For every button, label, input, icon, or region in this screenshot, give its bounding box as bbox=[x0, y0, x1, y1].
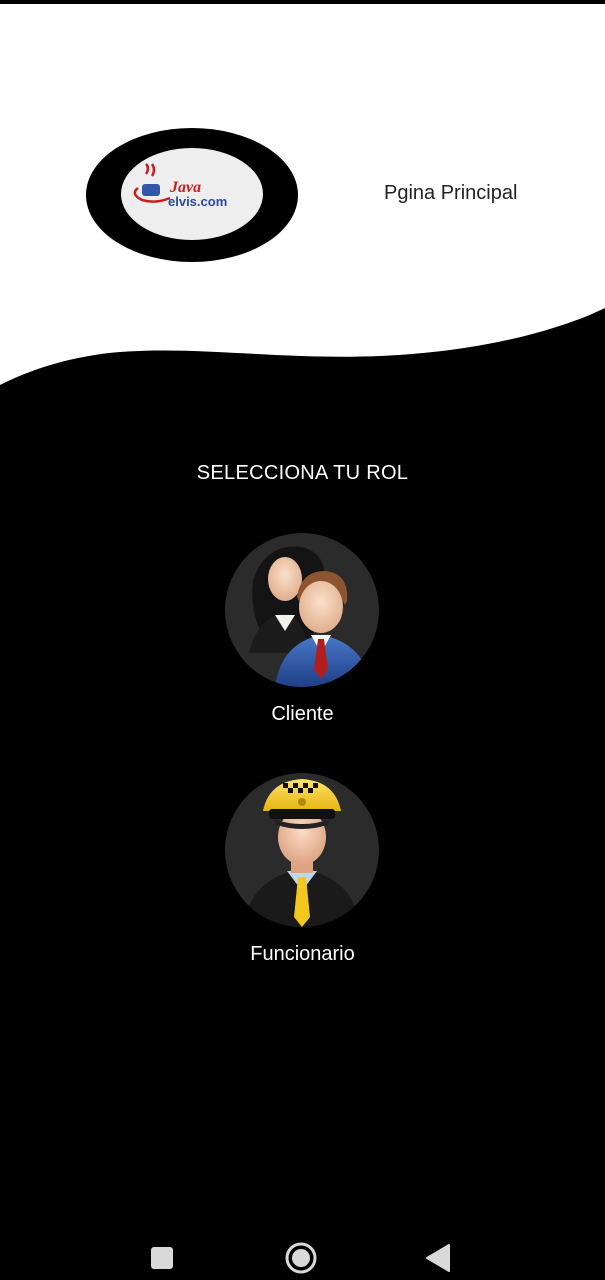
home-button[interactable] bbox=[281, 1230, 321, 1280]
home-icon bbox=[285, 1242, 317, 1274]
select-role-title: SELECCIONA TU ROL bbox=[196, 462, 409, 484]
role-funcionario-button[interactable] bbox=[225, 773, 379, 927]
app-logo: Java elvis.com bbox=[84, 126, 300, 264]
role-cliente-label: Cliente bbox=[271, 703, 334, 725]
taxi-driver-icon bbox=[243, 779, 361, 927]
back-button[interactable] bbox=[419, 1230, 459, 1280]
system-navbar bbox=[0, 1230, 605, 1280]
page-title: Pgina Principal bbox=[384, 182, 518, 204]
recents-icon bbox=[151, 1247, 173, 1269]
svg-text:elvis.com: elvis.com bbox=[168, 194, 227, 209]
role-cliente-button[interactable] bbox=[225, 533, 379, 687]
status-bar bbox=[0, 0, 605, 4]
recents-button[interactable] bbox=[142, 1230, 182, 1280]
business-people-icon bbox=[249, 546, 371, 687]
app-screen: Java elvis.com Pgina Principal SELECCION… bbox=[0, 0, 605, 1280]
role-funcionario-label: Funcionario bbox=[250, 943, 355, 965]
back-icon bbox=[426, 1244, 450, 1272]
